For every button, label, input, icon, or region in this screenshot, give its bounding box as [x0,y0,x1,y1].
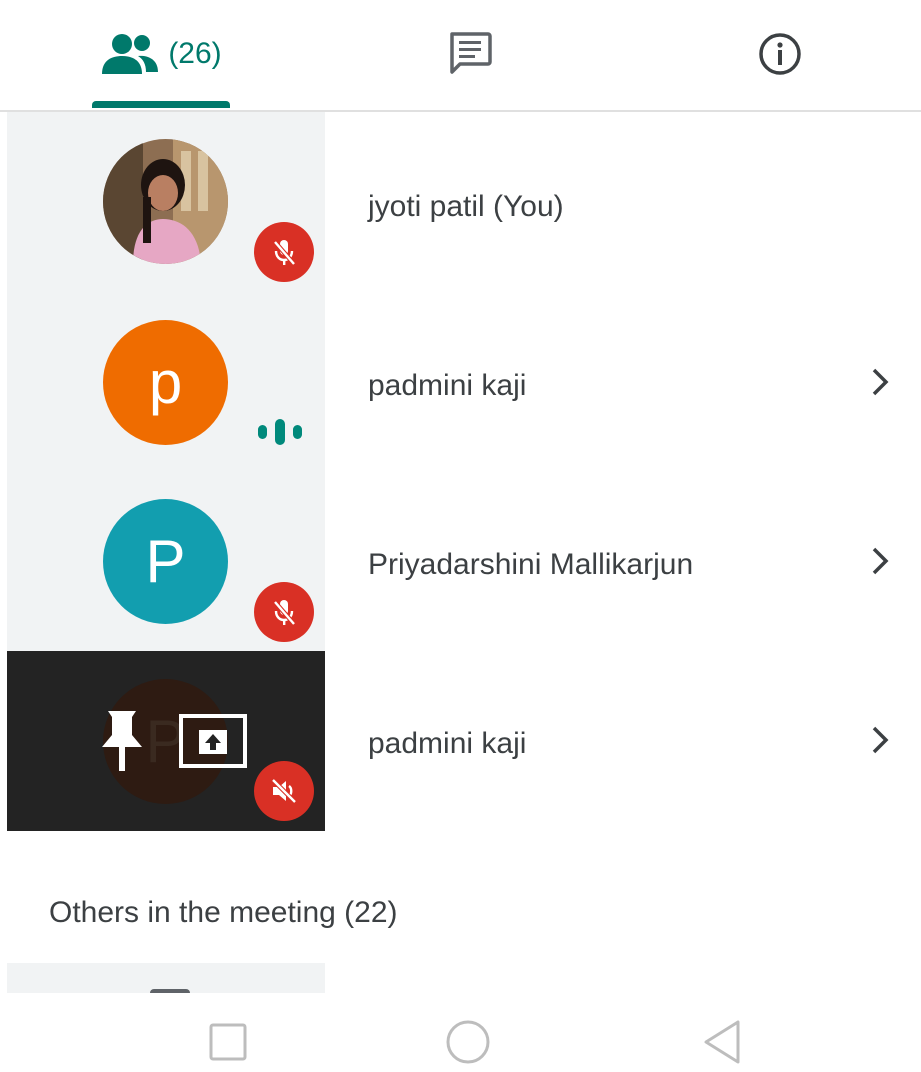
avatar-letter: p [148,348,183,416]
tab-people[interactable]: (26) [86,0,236,108]
chat-icon [450,32,492,74]
avatar: p [103,320,228,445]
tab-bar: (26) [0,0,921,112]
recents-button[interactable] [198,1012,258,1072]
home-button[interactable] [438,1012,498,1072]
circle-icon [446,1020,490,1064]
participant-name: Priyadarshini Mallikarjun [368,548,694,581]
participant-row-partial[interactable] [7,963,325,993]
chevron-right-icon[interactable] [866,544,894,578]
pin-icon[interactable] [96,707,148,775]
participant-row-self[interactable]: jyoti patil (You) [0,112,921,292]
profile-photo [103,139,228,264]
back-button[interactable] [692,1012,752,1072]
participant-row[interactable]: p padmini kaji [0,292,921,472]
participant-row-presenting[interactable]: P padmini kaji [0,651,921,831]
avatar-photo [103,139,228,264]
avatar: P [103,499,228,624]
people-icon [102,34,159,74]
others-section-title: Others in the meeting (22) [49,896,398,929]
muted-badge [254,761,314,821]
participant-row[interactable]: P Priyadarshini Mallikarjun [0,472,921,652]
participant-name: padmini kaji [368,369,527,402]
avatar-peek [150,989,190,993]
tab-chat[interactable] [400,0,540,108]
people-count: (26) [168,37,222,70]
muted-badge [254,582,314,642]
tab-info[interactable] [710,0,850,108]
system-navigation-bar [0,1000,921,1072]
participant-name: jyoti patil (You) [368,190,564,223]
info-icon [759,33,801,75]
square-icon [209,1023,247,1061]
chevron-right-icon[interactable] [866,723,894,757]
muted-badge [254,222,314,282]
mic-off-icon [273,600,296,626]
avatar-letter: P [145,527,186,595]
chevron-right-icon[interactable] [866,365,894,399]
volume-off-icon [271,778,297,804]
triangle-icon [704,1020,740,1064]
speaking-indicator-icon [258,419,302,445]
active-tab-indicator [92,101,230,108]
participant-name: padmini kaji [368,727,527,760]
presenting-screen-icon [179,714,247,768]
mic-off-icon [273,240,296,266]
